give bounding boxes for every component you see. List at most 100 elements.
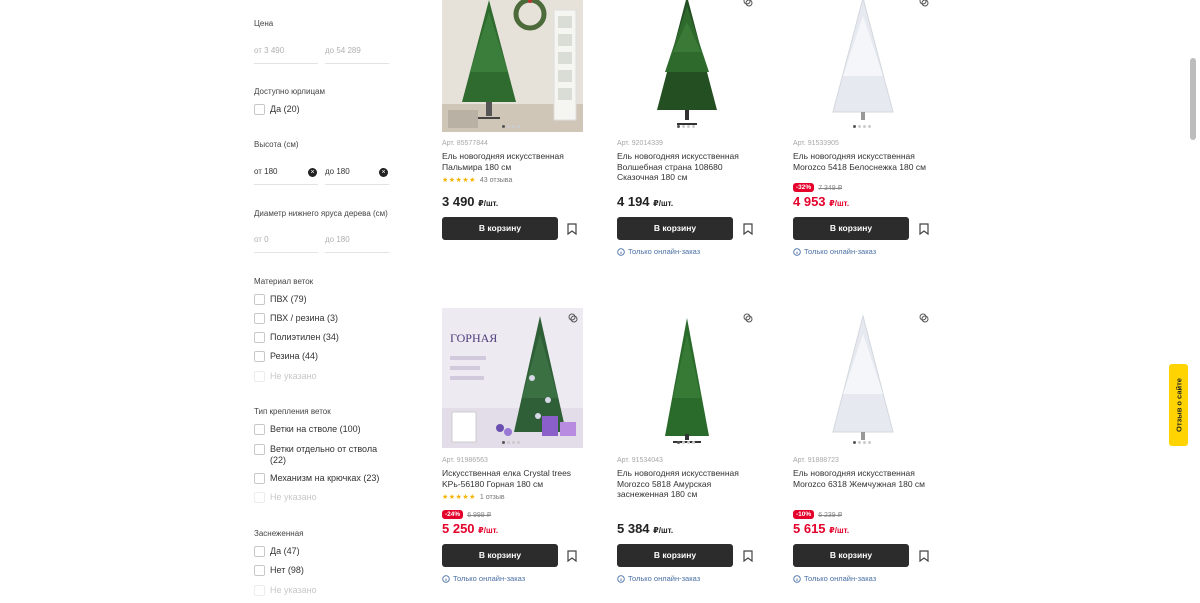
diameter-from-input[interactable]: от 0 bbox=[254, 229, 318, 253]
compare-icon[interactable] bbox=[919, 0, 929, 7]
online-only-note[interactable]: Только онлайн-заказ bbox=[617, 247, 700, 256]
compare-icon[interactable] bbox=[743, 0, 753, 7]
checkbox-label: Не указано bbox=[270, 585, 317, 595]
product-name[interactable]: Ель новогодняя искусственная Morozco 631… bbox=[793, 468, 933, 489]
bookmark-icon[interactable] bbox=[919, 223, 929, 235]
legal-yes-checkbox[interactable]: Да (20) bbox=[254, 104, 300, 115]
product-name[interactable]: Ель новогодняя искусственная Пальмира 18… bbox=[442, 151, 582, 172]
add-to-cart-button[interactable]: В корзину bbox=[617, 544, 733, 567]
reviews-count: 43 отзыва bbox=[479, 176, 513, 184]
bookmark-icon[interactable] bbox=[919, 550, 929, 562]
material-pvc-rubber-checkbox[interactable]: ПВХ / резина (3) bbox=[254, 313, 338, 324]
price-value: 4 953 bbox=[793, 194, 826, 209]
snowy-yes-checkbox[interactable]: Да (47) bbox=[254, 546, 300, 557]
material-rubber-checkbox[interactable]: Резина (44) bbox=[254, 351, 318, 362]
bookmark-icon[interactable] bbox=[567, 550, 577, 562]
bookmark-icon[interactable] bbox=[567, 223, 577, 235]
mount-on-trunk-checkbox[interactable]: Ветки на стволе (100) bbox=[254, 424, 361, 435]
product-card[interactable] bbox=[617, 0, 758, 132]
image-carousel-dots[interactable] bbox=[502, 125, 520, 128]
image-carousel-dots[interactable] bbox=[853, 125, 871, 128]
product-image[interactable] bbox=[617, 308, 758, 448]
product-name[interactable]: Ель новогодняя искусственная Волшебная с… bbox=[617, 151, 757, 183]
checkbox-label: Не указано bbox=[270, 492, 317, 502]
bookmark-icon[interactable] bbox=[743, 223, 753, 235]
diameter-to-input[interactable]: до 180 bbox=[325, 229, 389, 253]
snowy-unspecified-checkbox: Не указано bbox=[254, 585, 317, 596]
material-polyethylene-checkbox[interactable]: Полиэтилен (34) bbox=[254, 332, 339, 343]
add-to-cart-button[interactable]: В корзину bbox=[793, 217, 909, 240]
online-only-note[interactable]: Только онлайн-заказ bbox=[617, 574, 700, 583]
checkbox-box[interactable] bbox=[254, 351, 265, 362]
product-image[interactable] bbox=[793, 0, 934, 132]
price-value: 5 384 bbox=[617, 521, 650, 536]
product-card[interactable]: ГОРНАЯ bbox=[442, 308, 583, 448]
product-image[interactable]: ГОРНАЯ bbox=[442, 308, 583, 448]
feedback-tab-label: Отзыв о сайте bbox=[1174, 378, 1183, 432]
price-unit: ₽/шт. bbox=[829, 526, 850, 535]
site-feedback-tab[interactable]: Отзыв о сайте bbox=[1169, 364, 1188, 446]
product-card[interactable] bbox=[793, 308, 934, 448]
compare-icon[interactable] bbox=[919, 313, 929, 323]
material-pvc-checkbox[interactable]: ПВХ (79) bbox=[254, 294, 307, 305]
add-to-cart-button[interactable]: В корзину bbox=[793, 544, 909, 567]
checkbox-box[interactable] bbox=[254, 565, 265, 576]
checkbox-box[interactable] bbox=[254, 294, 265, 305]
product-rating[interactable]: ★★★★★ 1 отзыв bbox=[442, 493, 505, 502]
online-only-note[interactable]: Только онлайн-заказ bbox=[793, 574, 876, 583]
svg-text:ГОРНАЯ: ГОРНАЯ bbox=[450, 331, 497, 345]
image-carousel-dots[interactable] bbox=[677, 125, 695, 128]
online-only-label: Только онлайн-заказ bbox=[453, 574, 526, 583]
product-name[interactable]: Ель новогодняя искусственная Morozco 541… bbox=[793, 151, 933, 172]
product-image[interactable] bbox=[617, 0, 758, 132]
clear-height-to-icon[interactable]: × bbox=[379, 168, 388, 177]
page-scrollbar[interactable] bbox=[1190, 58, 1196, 140]
online-only-note[interactable]: Только онлайн-заказ bbox=[793, 247, 876, 256]
product-name[interactable]: Искусственная елка Crystal trees KPь-561… bbox=[442, 468, 582, 489]
price-to-input[interactable]: до 54 289 bbox=[325, 40, 389, 64]
checkbox-label: Ветки на стволе (100) bbox=[270, 424, 361, 434]
checkbox-box[interactable] bbox=[254, 332, 265, 343]
info-icon bbox=[793, 247, 801, 256]
product-card[interactable] bbox=[793, 0, 934, 132]
add-to-cart-button[interactable]: В корзину bbox=[442, 544, 558, 567]
add-to-cart-button[interactable]: В корзину bbox=[442, 217, 558, 240]
add-to-cart-button[interactable]: В корзину bbox=[617, 217, 733, 240]
product-name[interactable]: Ель новогодняя искусственная Morozco 581… bbox=[617, 468, 757, 500]
mount-hooks-checkbox[interactable]: Механизм на крючках (23) bbox=[254, 473, 379, 484]
checkbox-label: Полиэтилен (34) bbox=[270, 332, 339, 342]
image-carousel-dots[interactable] bbox=[677, 441, 695, 444]
product-card[interactable] bbox=[442, 0, 583, 132]
online-only-label: Только онлайн-заказ bbox=[628, 247, 701, 256]
checkbox-box[interactable] bbox=[254, 444, 265, 455]
product-image[interactable] bbox=[793, 308, 934, 448]
product-price: 5 250 ₽/шт. bbox=[442, 521, 498, 536]
image-carousel-dots[interactable] bbox=[853, 441, 871, 444]
price-value: 4 194 bbox=[617, 194, 650, 209]
checkbox-box[interactable] bbox=[254, 473, 265, 484]
checkbox-box[interactable] bbox=[254, 104, 265, 115]
checkbox-box[interactable] bbox=[254, 313, 265, 324]
checkbox-box bbox=[254, 371, 265, 382]
product-article: Арт. 85577844 bbox=[442, 140, 488, 147]
product-price: 4 194 ₽/шт. bbox=[617, 194, 673, 209]
discount-badge: -32% bbox=[793, 183, 815, 192]
snowy-no-checkbox[interactable]: Нет (98) bbox=[254, 565, 304, 576]
bookmark-icon[interactable] bbox=[743, 550, 753, 562]
height-range: от 180 × до 180 × bbox=[254, 161, 390, 185]
diameter-range: от 0 до 180 bbox=[254, 229, 390, 253]
checkbox-box[interactable] bbox=[254, 424, 265, 435]
product-price: 4 953 ₽/шт. bbox=[793, 194, 849, 209]
online-only-note[interactable]: Только онлайн-заказ bbox=[442, 574, 525, 583]
price-from-input[interactable]: от 3 490 bbox=[254, 40, 318, 64]
rating-stars-icon: ★★★★★ bbox=[442, 494, 476, 501]
product-image[interactable] bbox=[442, 0, 583, 132]
product-card[interactable] bbox=[617, 308, 758, 448]
product-rating[interactable]: ★★★★★ 43 отзыва bbox=[442, 176, 513, 185]
mount-separate-checkbox[interactable]: Ветки отдельно от ствола (22) bbox=[254, 444, 380, 466]
image-carousel-dots[interactable] bbox=[502, 441, 520, 444]
checkbox-box[interactable] bbox=[254, 546, 265, 557]
compare-icon[interactable] bbox=[568, 313, 578, 323]
clear-height-from-icon[interactable]: × bbox=[308, 168, 317, 177]
compare-icon[interactable] bbox=[743, 313, 753, 323]
